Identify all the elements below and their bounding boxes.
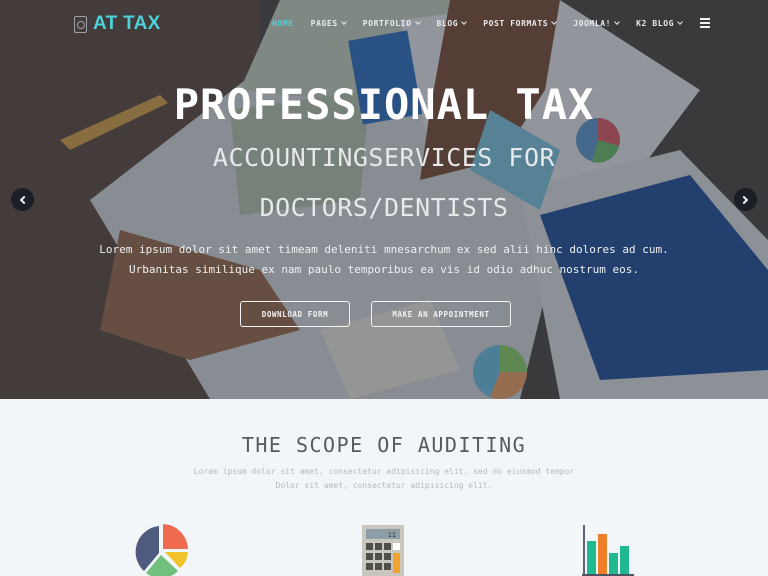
nav-item-blog[interactable]: BLOG — [436, 19, 468, 28]
nav-item-label: PORTFOLIO — [362, 19, 412, 28]
section-description: Lorem ipsum dolor sit amet, consectetur … — [0, 465, 768, 493]
slider-next-button[interactable] — [734, 188, 757, 211]
nav-item-label: BLOG — [436, 19, 459, 28]
navbar: AT TAX HOME PAGES PORTFOLIO BLOG POST FO… — [0, 0, 768, 50]
section-description-line2: Dolor sit amet, consectetur adipisicing … — [275, 481, 493, 490]
chevron-down-icon — [340, 19, 347, 25]
hero-description-line2: Urbanitas similique ex nam paulo tempori… — [129, 263, 639, 276]
nav-item-pages[interactable]: PAGES — [310, 19, 347, 28]
chevron-down-icon — [461, 19, 468, 25]
hero-subtitle-line1: ACCOUNTINGSERVICES FOR — [212, 143, 556, 172]
chevron-down-icon — [414, 19, 421, 25]
nav-item-home[interactable]: HOME — [272, 19, 294, 28]
hero-slider: AT TAX HOME PAGES PORTFOLIO BLOG POST FO… — [0, 0, 768, 399]
nav-item-label: PAGES — [310, 19, 338, 28]
nav-item-label: JOOMLA! — [573, 19, 612, 28]
chevron-down-icon — [614, 19, 620, 25]
slider-prev-button[interactable] — [11, 188, 34, 211]
hero-title: PROFESSIONAL TAX — [173, 80, 595, 129]
pie-chart-icon[interactable] — [134, 524, 190, 576]
make-appointment-button[interactable]: MAKE AN APPOINTMENT — [371, 301, 511, 327]
nav-item-portfolio[interactable]: PORTFOLIO — [362, 19, 421, 28]
bar-chart-icon[interactable] — [580, 525, 636, 576]
nav-item-joomla[interactable]: JOOMLA! — [573, 19, 620, 28]
calculator-display: 11 — [388, 531, 396, 539]
download-form-button[interactable]: DOWNLOAD FORM — [240, 301, 350, 327]
scope-section: THE SCOPE OF AUDITING Lorem ipsum dolor … — [0, 399, 768, 576]
hero-description: Lorem ipsum dolor sit amet timeam deleni… — [0, 240, 768, 280]
nav-item-label: POST FORMATS — [483, 19, 549, 28]
nav-item-label: HOME — [272, 19, 294, 28]
chevron-down-icon — [551, 19, 558, 25]
section-description-line1: Lorem ipsum dolor sit amet, consectetur … — [193, 467, 575, 476]
section-title: THE SCOPE OF AUDITING — [241, 433, 527, 457]
hero-subtitle-line2: DOCTORS/DENTISTS — [259, 193, 509, 222]
hamburger-icon[interactable] — [700, 18, 710, 28]
calculator-icon[interactable]: 11 — [362, 525, 404, 576]
nav-item-post-formats[interactable]: POST FORMATS — [483, 19, 558, 28]
document-badge-icon — [74, 15, 87, 33]
hero-description-line1: Lorem ipsum dolor sit amet timeam deleni… — [99, 243, 669, 256]
nav-item-k2-blog[interactable]: K2 BLOG — [636, 19, 683, 28]
logo-text: AT TAX — [93, 13, 161, 34]
chevron-down-icon — [677, 19, 683, 25]
chevron-left-icon — [19, 195, 29, 204]
nav-item-label: K2 BLOG — [636, 19, 675, 28]
main-menu: HOME PAGES PORTFOLIO BLOG POST FORMATS J… — [272, 19, 699, 28]
chevron-right-icon — [739, 195, 749, 204]
logo[interactable]: AT TAX — [74, 13, 161, 35]
